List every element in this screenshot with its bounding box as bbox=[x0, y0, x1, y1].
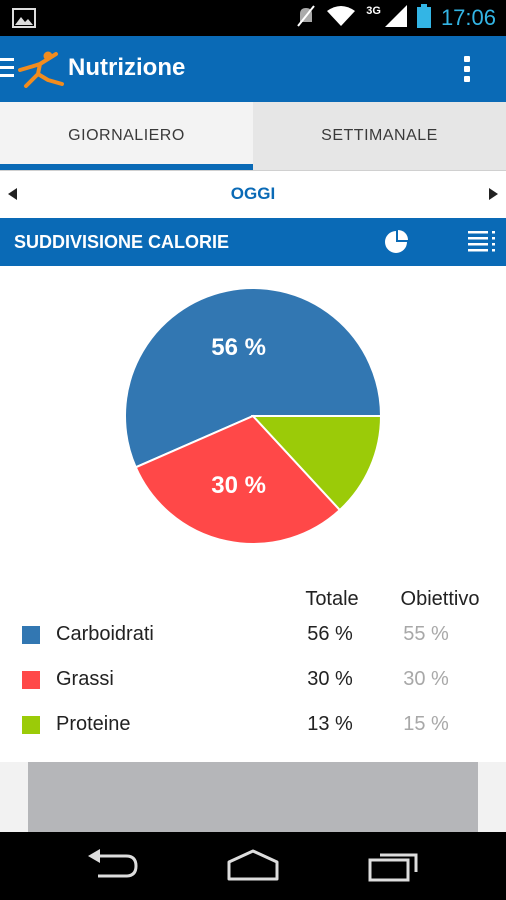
menu-icon[interactable] bbox=[0, 58, 14, 80]
legend-row-carboidrati: Carboidrati 56 % 55 % bbox=[0, 618, 506, 654]
system-navigation-bar bbox=[0, 832, 506, 900]
tab-label: GIORNALIERO bbox=[68, 127, 185, 144]
tab-label: SETTIMANALE bbox=[321, 127, 438, 144]
calorie-pie-chart: 56 % 30 % bbox=[124, 287, 383, 545]
row-total: 56 % bbox=[307, 623, 353, 645]
calorie-breakdown-card: 56 % 30 % Totale Obiettivo Carboidrati 56… bbox=[0, 266, 506, 762]
pie-chart-view-icon[interactable] bbox=[384, 230, 408, 259]
network-type: 3G bbox=[366, 5, 381, 17]
row-total: 30 % bbox=[307, 668, 353, 690]
goal-column-header: Obiettivo bbox=[400, 588, 480, 610]
date-label[interactable]: OGGI bbox=[0, 184, 506, 204]
total-column-header: Totale bbox=[305, 588, 359, 610]
mute-icon bbox=[296, 4, 316, 33]
row-label: Carboidrati bbox=[56, 623, 154, 645]
clock: 17:06 bbox=[440, 5, 496, 30]
section-header: SUDDIVISIONE CALORIE bbox=[0, 218, 506, 266]
legend-row-grassi: Grassi 30 % 30 % bbox=[0, 663, 506, 699]
image-notification-icon bbox=[12, 8, 36, 33]
overflow-menu-icon[interactable] bbox=[464, 56, 472, 86]
signal-icon bbox=[384, 4, 407, 32]
row-goal: 30 % bbox=[403, 668, 449, 690]
list-view-icon[interactable] bbox=[468, 230, 496, 261]
wifi-icon bbox=[326, 5, 356, 32]
proteine-color-swatch bbox=[22, 716, 40, 734]
tab-settimanale[interactable]: SETTIMANALE bbox=[253, 102, 506, 170]
row-total: 13 % bbox=[307, 713, 353, 735]
pie-label-grassi: 30 % bbox=[211, 472, 266, 499]
carboidrati-color-swatch bbox=[22, 626, 40, 644]
grassi-color-swatch bbox=[22, 671, 40, 689]
ad-banner[interactable] bbox=[28, 762, 478, 832]
home-icon[interactable] bbox=[226, 848, 280, 887]
recent-apps-icon[interactable] bbox=[368, 848, 422, 887]
row-label: Grassi bbox=[56, 668, 114, 690]
app-bar: Nutrizione bbox=[0, 36, 506, 102]
row-goal: 55 % bbox=[403, 623, 449, 645]
status-bar: 3G 17:06 bbox=[0, 0, 506, 36]
row-goal: 15 % bbox=[403, 713, 449, 735]
app-logo-icon[interactable] bbox=[18, 50, 64, 93]
date-navigator: OGGI bbox=[0, 171, 506, 218]
tab-giornaliero[interactable]: GIORNALIERO bbox=[0, 102, 253, 170]
pie-label-carboidrati: 56 % bbox=[211, 334, 266, 361]
legend-row-proteine: Proteine 13 % 15 % bbox=[0, 708, 506, 744]
back-icon[interactable] bbox=[86, 848, 138, 887]
row-label: Proteine bbox=[56, 713, 131, 735]
battery-icon bbox=[416, 3, 431, 33]
tab-bar: GIORNALIERO SETTIMANALE bbox=[0, 102, 506, 171]
app-title: Nutrizione bbox=[68, 54, 186, 81]
section-title: SUDDIVISIONE CALORIE bbox=[14, 232, 230, 252]
next-day-arrow-icon[interactable] bbox=[489, 188, 498, 200]
